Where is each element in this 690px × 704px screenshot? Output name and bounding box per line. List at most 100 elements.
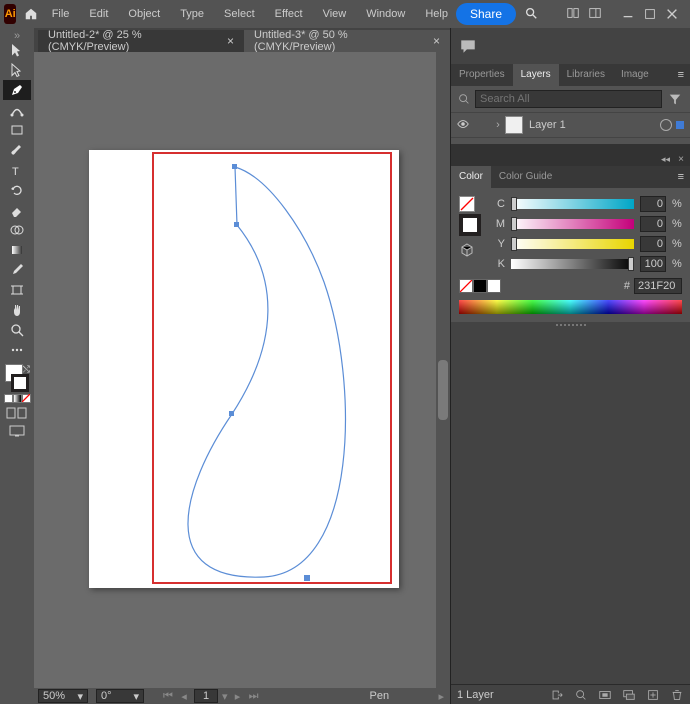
home-button[interactable]	[22, 1, 39, 27]
menu-edit[interactable]: Edit	[81, 0, 116, 28]
selection-tool[interactable]	[3, 40, 31, 60]
panel-close-button[interactable]: ×	[678, 154, 684, 165]
zoom-select[interactable]: 50% ▾	[38, 689, 88, 703]
shapebuilder-tool[interactable]	[3, 220, 31, 240]
color-fill-swatch[interactable]	[459, 196, 475, 212]
menu-type[interactable]: Type	[172, 0, 212, 28]
value-y[interactable]: 0	[640, 236, 666, 252]
nav-last[interactable]: ⏭	[248, 690, 260, 702]
direct-selection-tool[interactable]	[3, 60, 31, 80]
clipping-mask-button[interactable]	[598, 688, 612, 702]
color-mode-solid[interactable]	[4, 394, 13, 403]
eraser-tool[interactable]	[3, 200, 31, 220]
chevron-down-icon[interactable]: ▾	[222, 690, 228, 703]
nav-first[interactable]: ⏮	[162, 690, 174, 702]
artboard-number[interactable]: 1	[194, 689, 218, 703]
export-asset-button[interactable]	[550, 688, 564, 702]
fill-stroke-control[interactable]: ⤭	[3, 364, 31, 392]
doc-tab-close[interactable]: ×	[433, 34, 440, 48]
vertical-scrollbar[interactable]	[436, 52, 450, 690]
color-out-of-gamut[interactable]	[459, 242, 475, 258]
layer-target-button[interactable]	[660, 119, 672, 131]
anchor-point-selected[interactable]	[304, 575, 310, 581]
tab-layers[interactable]: Layers	[513, 64, 559, 86]
scroll-thumb[interactable]	[438, 360, 448, 420]
panel-menu-button[interactable]: ≡	[672, 171, 690, 183]
swatch-black[interactable]	[473, 279, 487, 293]
value-m[interactable]: 0	[640, 216, 666, 232]
type-tool[interactable]: T	[3, 160, 31, 180]
swap-fill-stroke-icon[interactable]: ⤭	[23, 364, 30, 375]
minimize-button[interactable]	[618, 5, 638, 23]
new-sublayer-button[interactable]	[622, 688, 636, 702]
screen-mode[interactable]	[3, 423, 31, 439]
comments-icon[interactable]	[459, 37, 477, 55]
menu-help[interactable]: Help	[417, 0, 456, 28]
layer-expand-toggle[interactable]: ›	[491, 119, 505, 131]
swatch-none[interactable]	[459, 279, 473, 293]
hex-input[interactable]: 231F20	[634, 278, 682, 294]
panel-collapse-button[interactable]: ◂◂	[661, 154, 670, 165]
tab-properties[interactable]: Properties	[451, 64, 513, 86]
rotation-select[interactable]: 0° ▾	[96, 689, 144, 703]
layers-search-input[interactable]	[475, 90, 662, 108]
maximize-button[interactable]	[640, 5, 660, 23]
value-c[interactable]: 0	[640, 196, 666, 212]
canvas[interactable]: 50% ▾ 0° ▾ ⏮ ◂ 1 ▾ ▸ ⏭ Pen ▸	[34, 52, 450, 704]
doc-tab-0[interactable]: Untitled-2* @ 25 % (CMYK/Preview) ×	[38, 30, 244, 52]
panel-resize-grip[interactable]	[451, 322, 690, 328]
edit-toolbar[interactable]	[3, 340, 31, 360]
tab-image-trace[interactable]: Image Tra	[613, 64, 672, 86]
menu-view[interactable]: View	[315, 0, 355, 28]
slider-k[interactable]	[511, 259, 634, 269]
draw-mode[interactable]	[3, 405, 31, 421]
menu-file[interactable]: File	[44, 0, 78, 28]
layer-row[interactable]: › Layer 1	[451, 112, 690, 138]
eyedropper-tool[interactable]	[3, 260, 31, 280]
layer-visibility-toggle[interactable]	[451, 117, 475, 134]
slider-y[interactable]	[511, 239, 634, 249]
anchor-point[interactable]	[234, 222, 239, 227]
tab-libraries[interactable]: Libraries	[559, 64, 613, 86]
share-button[interactable]: Share	[456, 3, 516, 25]
delete-layer-button[interactable]	[670, 688, 684, 702]
hand-tool[interactable]	[3, 300, 31, 320]
paintbrush-tool[interactable]	[3, 140, 31, 160]
layer-selection-indicator[interactable]	[676, 121, 684, 129]
pen-tool[interactable]	[3, 80, 31, 100]
layers-filter-button[interactable]	[666, 90, 684, 108]
workspace-button[interactable]	[588, 6, 602, 23]
value-k[interactable]: 100	[640, 256, 666, 272]
layer-name[interactable]: Layer 1	[529, 119, 566, 131]
gradient-tool[interactable]	[3, 240, 31, 260]
panel-menu-button[interactable]: ≡	[672, 69, 690, 81]
scroll-right-icon[interactable]: ▸	[438, 690, 444, 703]
arrange-button[interactable]	[566, 6, 580, 23]
new-layer-button[interactable]	[646, 688, 660, 702]
swatch-white[interactable]	[487, 279, 501, 293]
doc-tab-1[interactable]: Untitled-3* @ 50 % (CMYK/Preview) ×	[244, 30, 450, 52]
curvature-tool[interactable]	[3, 100, 31, 120]
artboard-tool[interactable]	[3, 280, 31, 300]
menu-effect[interactable]: Effect	[267, 0, 311, 28]
color-mode-none[interactable]	[22, 394, 31, 403]
tab-color-guide[interactable]: Color Guide	[491, 166, 560, 188]
color-stroke-swatch[interactable]	[459, 214, 481, 236]
menu-window[interactable]: Window	[358, 0, 413, 28]
toolbar-expander[interactable]: »	[0, 32, 34, 40]
menu-select[interactable]: Select	[216, 0, 263, 28]
stroke-swatch[interactable]	[11, 374, 29, 392]
anchor-point[interactable]	[229, 411, 234, 416]
nav-prev[interactable]: ◂	[178, 690, 190, 702]
locate-object-button[interactable]	[574, 688, 588, 702]
slider-m[interactable]	[511, 219, 634, 229]
doc-tab-close[interactable]: ×	[227, 34, 234, 48]
nav-next[interactable]: ▸	[232, 690, 244, 702]
close-button[interactable]	[662, 5, 682, 23]
menu-object[interactable]: Object	[120, 0, 168, 28]
zoom-tool[interactable]	[3, 320, 31, 340]
search-button[interactable]	[524, 6, 538, 23]
anchor-point[interactable]	[232, 164, 237, 169]
color-mode-gradient[interactable]	[13, 394, 22, 403]
slider-c[interactable]	[511, 199, 634, 209]
